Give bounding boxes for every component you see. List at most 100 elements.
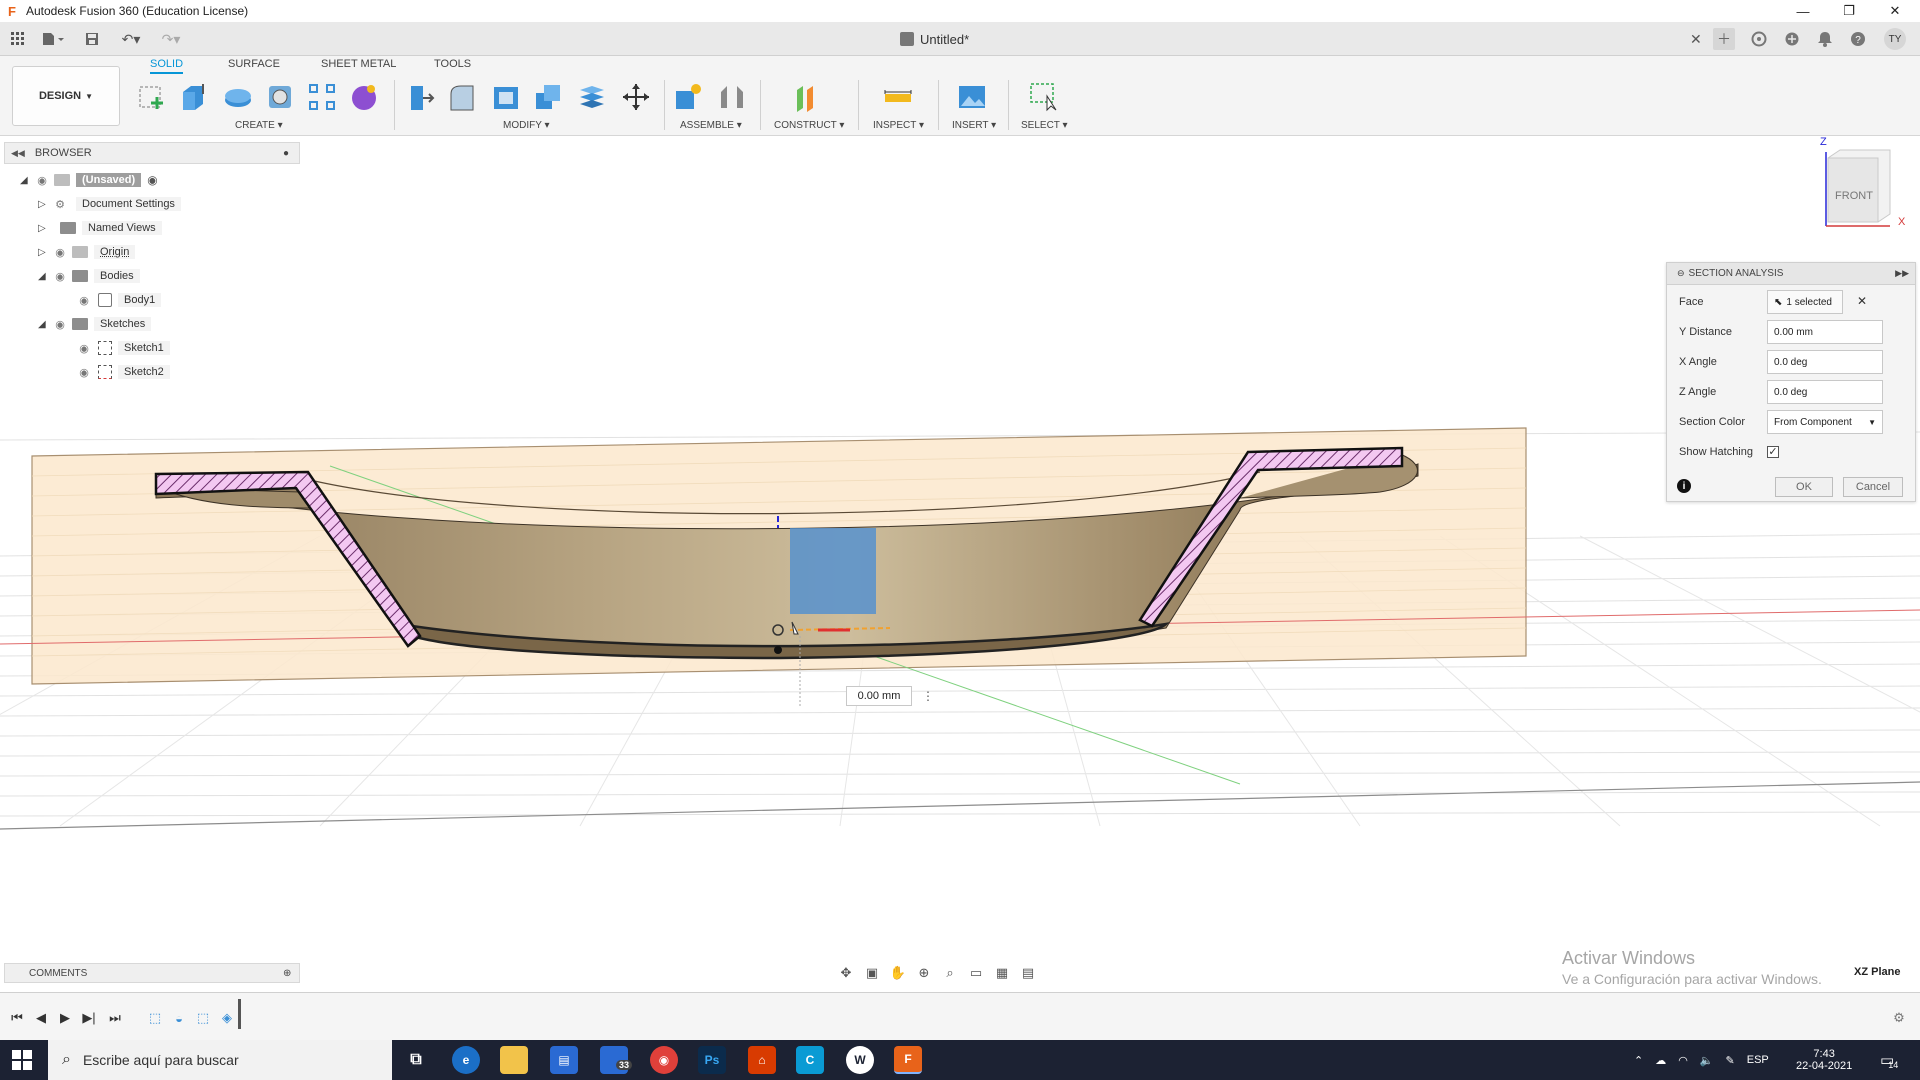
fusion-taskbar-icon[interactable]: F <box>894 1046 922 1074</box>
tree-item-sketches[interactable]: ◢ ◉ Sketches <box>38 314 152 334</box>
distance-readout-input[interactable]: 0.00 mm <box>846 686 912 706</box>
data-panel-grid-icon[interactable] <box>8 28 28 50</box>
job-status-icon[interactable] <box>1781 28 1803 50</box>
window-select-icon[interactable] <box>1028 80 1060 114</box>
orbit-icon[interactable]: ✥ <box>836 964 856 982</box>
insert-group-menu[interactable]: INSERT ▾ <box>952 120 996 131</box>
user-avatar[interactable]: TY <box>1884 28 1906 50</box>
undo-icon[interactable]: ↶▾ <box>116 28 146 50</box>
tree-item-document-settings[interactable]: ▷ ⚙ Document Settings <box>38 194 181 214</box>
task-view-icon[interactable]: ⧉ <box>402 1046 430 1074</box>
file-menu-icon[interactable] <box>38 28 68 50</box>
clear-selection-icon[interactable]: ✕ <box>1857 294 1867 308</box>
viewport-canvas[interactable]: 0.00 mm ⋮ Z X FRONT <box>0 136 1920 992</box>
expand-arrow-icon[interactable]: ▷ <box>38 199 52 210</box>
add-comment-icon[interactable]: ⊕ <box>283 968 291 979</box>
tree-item-bodies[interactable]: ◢ ◉ Bodies <box>38 266 140 286</box>
pen-icon[interactable]: ✎ <box>1726 1054 1735 1067</box>
wifi-icon[interactable]: ◠ <box>1678 1054 1688 1067</box>
z-angle-input[interactable]: 0.0 deg <box>1767 380 1883 404</box>
visibility-eye-icon[interactable]: ◉ <box>76 295 92 307</box>
cancel-button[interactable]: Cancel <box>1843 477 1903 497</box>
store-icon[interactable]: ▤ <box>550 1046 578 1074</box>
inspect-group-menu[interactable]: INSPECT ▾ <box>873 120 924 131</box>
onedrive-cloud-icon[interactable]: ☁ <box>1655 1054 1666 1067</box>
taskbar-search-box[interactable]: ⌕ Escribe aquí para buscar <box>48 1040 392 1080</box>
whatsapp-icon[interactable]: W <box>846 1046 874 1074</box>
timeline-revolve-feature-icon[interactable]: ◒ <box>170 1009 188 1027</box>
volume-icon[interactable]: 🔈 <box>1700 1054 1714 1067</box>
visibility-eye-icon[interactable]: ◉ <box>52 319 68 331</box>
timeline-section-feature-icon[interactable]: ◈ <box>218 1009 236 1027</box>
create-group-menu[interactable]: CREATE ▾ <box>235 120 283 131</box>
visibility-eye-icon[interactable]: ◉ <box>76 343 92 355</box>
selected-face[interactable] <box>790 528 876 614</box>
tree-item-named-views[interactable]: ▷ Named Views <box>38 218 162 238</box>
offset-plane-icon[interactable] <box>792 80 824 114</box>
viewcube-front-face[interactable]: FRONT <box>1832 190 1876 202</box>
select-group-menu[interactable]: SELECT ▾ <box>1021 120 1068 131</box>
revolve-icon[interactable] <box>222 80 254 114</box>
edge-browser-icon[interactable]: e <box>452 1046 480 1074</box>
visibility-eye-icon[interactable]: ◉ <box>34 175 50 187</box>
fit-zoom-icon[interactable]: ⌕ <box>940 964 960 982</box>
tree-root[interactable]: ◢ ◉ (Unsaved) ◉ <box>20 170 158 190</box>
expand-arrow-icon[interactable]: ▷ <box>38 247 52 258</box>
timeline-settings-gear-icon[interactable]: ⚙ <box>1890 1009 1908 1027</box>
tab-solid[interactable]: SOLID <box>150 58 184 74</box>
tab-surface[interactable]: SURFACE <box>228 58 280 74</box>
browser-pin-icon[interactable]: ● <box>283 148 289 159</box>
shell-icon[interactable] <box>490 80 522 114</box>
save-icon[interactable] <box>82 28 102 50</box>
extensions-icon[interactable] <box>1748 28 1770 50</box>
collapse-browser-icon[interactable]: ◀◀ <box>11 148 25 159</box>
clock[interactable]: 7:43 22-04-2021 <box>1796 1040 1852 1080</box>
construct-group-menu[interactable]: CONSTRUCT ▾ <box>774 120 844 131</box>
combine-icon[interactable] <box>532 80 564 114</box>
close-document-button[interactable]: ✕ <box>1690 22 1704 56</box>
activate-radio-icon[interactable]: ◉ <box>147 173 157 187</box>
readout-more-icon[interactable]: ⋮ <box>922 686 934 706</box>
file-explorer-icon[interactable] <box>500 1046 528 1074</box>
help-icon[interactable]: ? <box>1847 28 1869 50</box>
ok-button[interactable]: OK <box>1775 477 1833 497</box>
expand-dialog-icon[interactable]: ▶▶ <box>1895 268 1909 279</box>
tray-chevron-up-icon[interactable]: ⌃ <box>1634 1054 1643 1067</box>
show-hatching-checkbox[interactable]: ✓ <box>1767 446 1779 458</box>
press-pull-icon[interactable] <box>404 80 436 114</box>
windows-start-icon[interactable] <box>12 1050 32 1070</box>
comments-panel-header[interactable]: COMMENTS ⊕ <box>4 963 300 983</box>
timeline-first-icon[interactable]: ⏮ <box>8 1009 26 1027</box>
tab-sheet-metal[interactable]: SHEET METAL <box>321 58 396 74</box>
tree-item-origin[interactable]: ▷ ◉ Origin <box>38 242 136 262</box>
look-at-icon[interactable]: ▣ <box>862 964 882 982</box>
viewports-icon[interactable]: ▤ <box>1018 964 1038 982</box>
zoom-icon[interactable]: ⊕ <box>914 964 934 982</box>
new-component-icon[interactable] <box>672 80 704 114</box>
y-distance-input[interactable]: 0.00 mm <box>1767 320 1883 344</box>
timeline-prev-icon[interactable]: ◀ <box>32 1009 50 1027</box>
document-tab[interactable]: Untitled* <box>900 22 969 56</box>
teams-icon[interactable]: C <box>796 1046 824 1074</box>
hole-icon[interactable] <box>264 80 296 114</box>
office-icon[interactable]: ⌂ <box>748 1046 776 1074</box>
collapse-arrow-icon[interactable]: ◢ <box>20 175 34 186</box>
viewcube[interactable]: Z X FRONT <box>1818 136 1914 240</box>
browser-header[interactable]: ◀◀ BROWSER ● <box>4 142 300 164</box>
chrome-icon[interactable]: ◉ <box>650 1046 678 1074</box>
grid-settings-icon[interactable]: ▦ <box>992 964 1012 982</box>
move-copy-icon[interactable] <box>620 80 652 114</box>
create-sketch-icon[interactable] <box>136 80 168 114</box>
extrude-icon[interactable] <box>178 80 210 114</box>
mail-icon[interactable]: 33 <box>600 1046 633 1074</box>
timeline-sketch-feature-icon[interactable]: ⬚ <box>146 1009 164 1027</box>
redo-icon[interactable]: ↷▾ <box>156 28 186 50</box>
close-window-button[interactable]: ✕ <box>1872 0 1918 22</box>
info-icon[interactable]: i <box>1677 479 1691 493</box>
new-tab-plus-icon[interactable]: ＋ <box>1713 28 1735 50</box>
assemble-group-menu[interactable]: ASSEMBLE ▾ <box>680 120 742 131</box>
tree-item-sketch2[interactable]: ◉ Sketch2 <box>76 362 170 382</box>
create-form-icon[interactable] <box>348 80 380 114</box>
modify-group-menu[interactable]: MODIFY ▾ <box>503 120 550 131</box>
fillet-icon[interactable] <box>446 80 478 114</box>
